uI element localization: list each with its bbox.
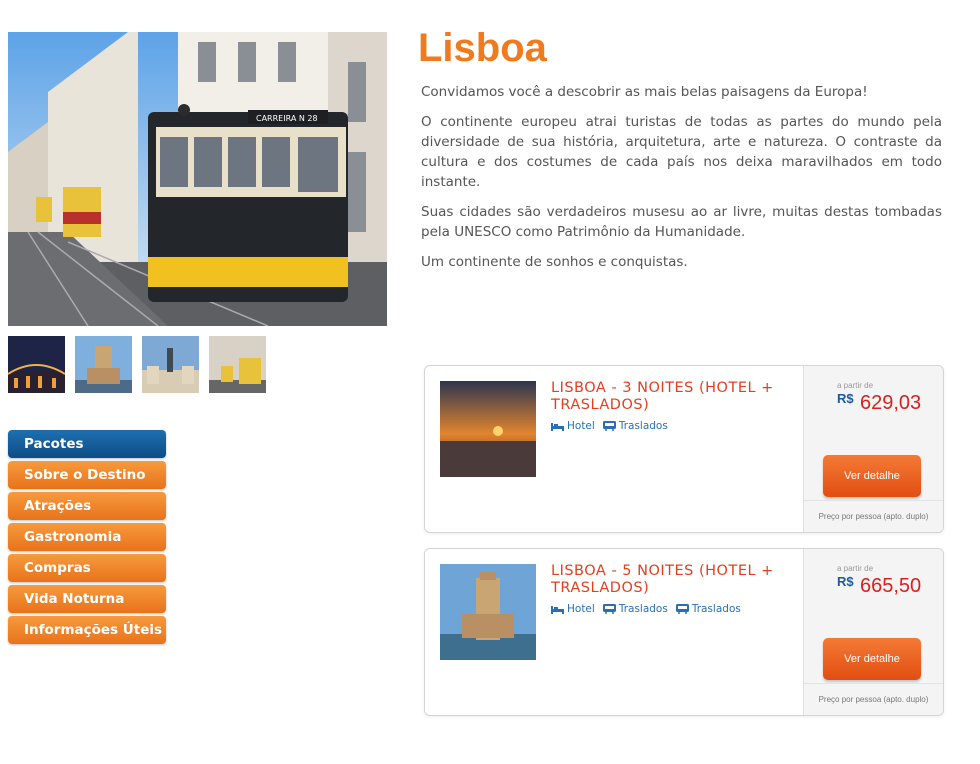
menu-item-pacotes[interactable]: Pacotes: [8, 430, 166, 458]
description-paragraph: Um continente de sonhos e conquistas.: [421, 254, 688, 270]
feature-traslados: Traslados: [602, 420, 668, 432]
package-title[interactable]: LISBOA - 3 NOITES (HOTEL + TRASLADOS): [551, 380, 791, 414]
thumb-bridge-night[interactable]: [8, 336, 65, 393]
package-features: Hotel Traslados: [551, 420, 668, 432]
feature-label: Traslados: [618, 420, 668, 432]
ver-detalhe-button[interactable]: Ver detalhe: [823, 455, 921, 497]
package-card: LISBOA - 5 NOITES (HOTEL + TRASLADOS) Ho…: [424, 548, 944, 716]
page-title: Lisboa: [418, 26, 547, 70]
destination-description: Convidamos você a descobrir as mais bela…: [421, 82, 942, 282]
bus-icon: [602, 421, 616, 431]
package-photo-belem-tower[interactable]: [440, 564, 536, 660]
feature-traslados: Traslados: [675, 603, 741, 615]
ver-detalhe-button[interactable]: Ver detalhe: [823, 638, 921, 680]
price-box: a partir de R$ 665,50 Ver detalhe Preço …: [803, 549, 943, 715]
main-photo: CARREIRA N 28: [8, 32, 387, 326]
package-card: LISBOA - 3 NOITES (HOTEL + TRASLADOS) Ho…: [424, 365, 944, 533]
currency: R$: [837, 574, 854, 589]
bus-icon: [602, 604, 616, 614]
svg-text:CARREIRA N 28: CARREIRA N 28: [256, 114, 318, 123]
bus-icon: [675, 604, 689, 614]
description-paragraph: Convidamos você a descobrir as mais bela…: [421, 84, 868, 100]
price-box: a partir de R$ 629,03 Ver detalhe Preço …: [803, 366, 943, 532]
menu-item-vida-noturna[interactable]: Vida Noturna: [8, 585, 166, 613]
feature-label: Hotel: [567, 603, 595, 615]
price-note: Preço por pessoa (apto. duplo): [804, 500, 943, 532]
thumb-praca-comercio[interactable]: [142, 336, 199, 393]
thumb-tram-street[interactable]: [209, 336, 266, 393]
feature-hotel: Hotel: [551, 420, 595, 432]
currency: R$: [837, 391, 854, 406]
feature-label: Hotel: [567, 420, 595, 432]
thumb-belem-tower[interactable]: [75, 336, 132, 393]
feature-traslados: Traslados: [602, 603, 668, 615]
description-paragraph: O continente europeu atrai turistas de t…: [421, 114, 942, 190]
price-amount: 665,50: [860, 575, 922, 597]
menu-item-sobre-destino[interactable]: Sobre o Destino: [8, 461, 166, 489]
destination-menu: Pacotes Sobre o Destino Atrações Gastron…: [8, 430, 166, 647]
feature-hotel: Hotel: [551, 603, 595, 615]
menu-item-atracoes[interactable]: Atrações: [8, 492, 166, 520]
from-label: a partir de: [837, 564, 874, 573]
feature-label: Traslados: [691, 603, 741, 615]
menu-item-gastronomia[interactable]: Gastronomia: [8, 523, 166, 551]
feature-label: Traslados: [618, 603, 668, 615]
bed-icon: [551, 423, 564, 431]
menu-item-compras[interactable]: Compras: [8, 554, 166, 582]
from-label: a partir de: [837, 381, 874, 390]
package-features: Hotel Traslados Traslados: [551, 603, 741, 615]
price-amount: 629,03: [860, 392, 922, 414]
bed-icon: [551, 606, 564, 614]
package-photo-sunset[interactable]: [440, 381, 536, 477]
menu-item-informacoes-uteis[interactable]: Informações Úteis: [8, 616, 166, 644]
package-title[interactable]: LISBOA - 5 NOITES (HOTEL + TRASLADOS): [551, 563, 791, 597]
description-paragraph: Suas cidades são verdadeiros musesu ao a…: [421, 204, 942, 240]
price-note: Preço por pessoa (apto. duplo): [804, 683, 943, 715]
